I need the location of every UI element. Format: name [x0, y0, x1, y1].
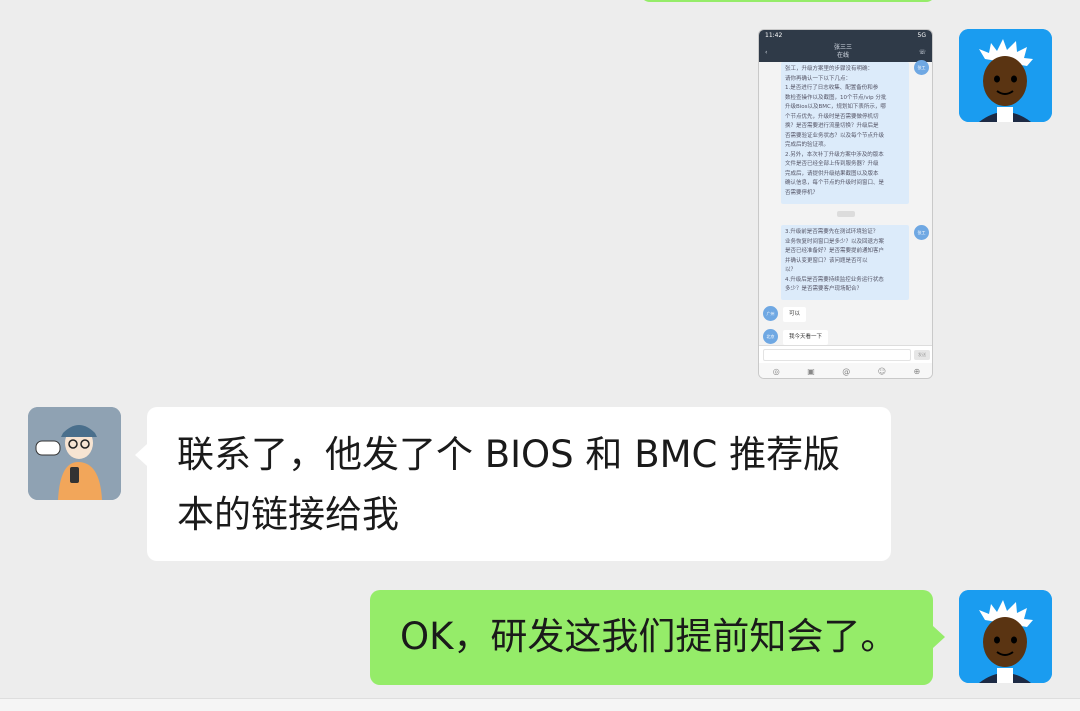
- thumb-header: ‹ 张三三 在线 ☏: [759, 42, 932, 62]
- thumb-message-1: 张工，升级方案里的步骤没有明确： 请你再确认一下以下几点： 1.是否进行了日志收…: [781, 62, 909, 204]
- input-bar-edge: [0, 698, 1080, 711]
- bubble-tail-in: [135, 444, 147, 466]
- avatar-other-icon: [28, 407, 121, 500]
- avatar-me-icon: [959, 29, 1052, 122]
- avatar-me-2[interactable]: [959, 590, 1052, 683]
- thumb-avatar-2: 张工: [914, 225, 929, 240]
- phone-icon: ☏: [918, 48, 926, 56]
- message-bubble-in[interactable]: 联系了，他发了个 BIOS 和 BMC 推荐版本的链接给我: [147, 407, 891, 561]
- thumb-status-bar: 11:42 5G: [759, 30, 932, 42]
- thumb-header-title: 张三三: [833, 44, 852, 51]
- avatar-me[interactable]: [959, 29, 1052, 122]
- thumb-header-sub: 在线: [836, 52, 849, 59]
- message-text-out: OK，研发这我们提前知会了。: [400, 615, 898, 658]
- emoji-icon: ☺: [877, 367, 887, 376]
- back-icon: ‹: [765, 48, 768, 56]
- thumb-status-time: 11:42: [765, 32, 783, 39]
- thumb-avatar-1: 张工: [914, 60, 929, 75]
- thumb-avatar-3: 广州: [763, 306, 778, 321]
- thumb-input-field: [763, 349, 911, 361]
- mic-icon: ◎: [772, 367, 780, 376]
- previous-message-bubble[interactable]: [640, 0, 936, 2]
- thumb-timestamp: [837, 211, 855, 217]
- chat-area: 11:42 5G ‹ 张三三 在线 ☏ 张工，升级方案里的步骤没有明确： 请你再…: [0, 0, 1080, 711]
- thumb-status-right: 5G: [917, 32, 926, 39]
- image-icon: ▣: [807, 367, 815, 376]
- thumb-reply-2: 我今天看一下: [783, 330, 829, 345]
- avatar-me-icon-2: [959, 590, 1052, 683]
- thumb-reply-1: 可以: [783, 307, 807, 322]
- at-icon: @: [842, 367, 851, 376]
- image-message-thumbnail[interactable]: 11:42 5G ‹ 张三三 在线 ☏ 张工，升级方案里的步骤没有明确： 请你再…: [758, 29, 933, 379]
- thumb-input-bar: 发送: [759, 345, 932, 363]
- more-icon: ⊕: [913, 367, 921, 376]
- thumb-message-2: 3.升级前是否需要先在测试环境验证？ 业务恢复时间窗口是多少？以及回退方案 是否…: [781, 225, 909, 300]
- message-text-in: 联系了，他发了个 BIOS 和 BMC 推荐版本的链接给我: [177, 433, 841, 536]
- message-bubble-out[interactable]: OK，研发这我们提前知会了。: [370, 590, 933, 685]
- thumb-avatar-4: 北京: [763, 329, 778, 344]
- bubble-tail-out: [933, 626, 945, 648]
- thumb-send-button: 发送: [914, 350, 930, 360]
- avatar-other[interactable]: [28, 407, 121, 500]
- thumb-toolbar: ◎ ▣ @ ☺ ⊕: [759, 363, 932, 378]
